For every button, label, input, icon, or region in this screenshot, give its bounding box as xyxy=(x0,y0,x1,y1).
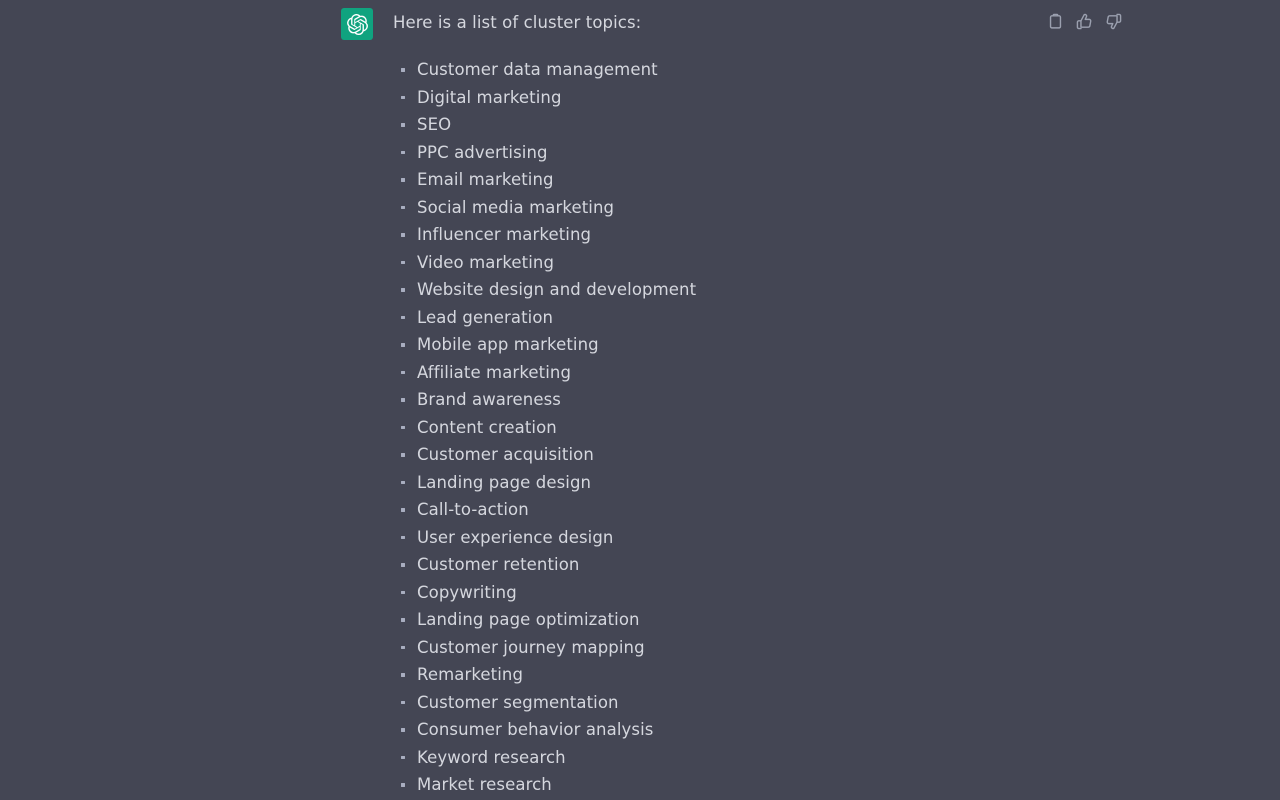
bullet-icon xyxy=(401,398,405,402)
list-item-label: Content creation xyxy=(417,417,557,437)
list-item-label: Call-to-action xyxy=(417,500,529,519)
bullet-icon xyxy=(401,673,405,677)
bullet-icon xyxy=(401,288,405,292)
list-item-label: Mobile app marketing xyxy=(417,335,599,354)
list-item: User experience design xyxy=(393,524,1053,552)
list-item-label: Market research xyxy=(417,775,552,794)
bullet-icon xyxy=(401,150,405,154)
bullet-icon xyxy=(401,123,405,127)
list-item-label: Consumer behavior analysis xyxy=(417,720,654,739)
bullet-icon xyxy=(401,783,405,787)
assistant-message-row: Here is a list of cluster topics: Custom… xyxy=(0,0,1280,800)
bullet-icon xyxy=(401,425,405,429)
thumbs-up-button[interactable] xyxy=(1075,12,1094,31)
bullet-icon xyxy=(401,755,405,759)
bullet-icon xyxy=(401,508,405,512)
openai-logo-icon xyxy=(346,13,368,35)
copy-button[interactable] xyxy=(1046,12,1065,31)
bullet-icon xyxy=(401,370,405,374)
clipboard-icon xyxy=(1047,13,1064,30)
list-item-label: Landing page optimization xyxy=(417,610,640,629)
list-item-label: Video marketing xyxy=(417,252,555,272)
bullet-icon xyxy=(401,618,405,622)
list-item: Video marketing xyxy=(393,249,1053,277)
cluster-topics-list: Customer data management Digital marketin… xyxy=(393,56,1053,799)
bullet-icon xyxy=(401,205,405,209)
list-item-label: Affiliate marketing xyxy=(417,362,572,382)
bullet-icon xyxy=(401,343,405,347)
list-item-label: SEO xyxy=(417,115,452,134)
list-item-label: Landing page design xyxy=(417,472,592,492)
list-item: Customer retention xyxy=(393,551,1053,579)
list-item-label: Customer acquisition xyxy=(417,445,594,464)
list-item: Content creation xyxy=(393,414,1053,442)
bullet-icon xyxy=(401,590,405,594)
thumbs-down-icon xyxy=(1105,13,1122,30)
thumbs-down-button[interactable] xyxy=(1104,12,1123,31)
list-item-label: Remarketing xyxy=(417,665,524,684)
bullet-icon xyxy=(401,453,405,457)
list-item: Call-to-action xyxy=(393,496,1053,524)
list-item: Affiliate marketing xyxy=(393,359,1053,387)
list-item: Landing page optimization xyxy=(393,606,1053,634)
list-item-label: Social media marketing xyxy=(417,197,615,217)
list-item: Customer journey mapping xyxy=(393,634,1053,662)
list-item: Market research xyxy=(393,771,1053,799)
bullet-icon xyxy=(401,233,405,237)
message-actions xyxy=(1046,12,1123,31)
list-item: Website design and development xyxy=(393,276,1053,304)
list-item-label: Keyword research xyxy=(417,747,566,767)
list-item: Lead generation xyxy=(393,304,1053,332)
list-item: Customer acquisition xyxy=(393,441,1053,469)
message-intro-text: Here is a list of cluster topics: xyxy=(393,13,642,32)
bullet-icon xyxy=(401,480,405,484)
list-item-label: Customer data management xyxy=(417,60,658,79)
bullet-icon xyxy=(401,68,405,72)
list-item: Keyword research xyxy=(393,744,1053,772)
bullet-icon xyxy=(401,728,405,732)
list-item: Mobile app marketing xyxy=(393,331,1053,359)
thumbs-up-icon xyxy=(1076,13,1093,30)
assistant-avatar xyxy=(341,8,373,40)
list-item: Remarketing xyxy=(393,661,1053,689)
list-item: Email marketing xyxy=(393,166,1053,194)
list-item: Landing page design xyxy=(393,469,1053,497)
list-item-label: Email marketing xyxy=(417,170,554,189)
list-item-label: Customer segmentation xyxy=(417,692,619,712)
list-item-label: Brand awareness xyxy=(417,390,561,409)
list-item: Customer data management xyxy=(393,56,1053,84)
bullet-icon xyxy=(401,178,405,182)
list-item-label: Lead generation xyxy=(417,307,554,327)
list-item-label: PPC advertising xyxy=(417,142,548,162)
list-item: Brand awareness xyxy=(393,386,1053,414)
list-item: Digital marketing xyxy=(393,84,1053,112)
bullet-icon xyxy=(401,95,405,99)
list-item-label: Digital marketing xyxy=(417,87,562,107)
bullet-icon xyxy=(401,563,405,567)
list-item-label: Customer journey mapping xyxy=(417,637,645,657)
bullet-icon xyxy=(401,700,405,704)
list-item: Customer segmentation xyxy=(393,689,1053,717)
list-item: SEO xyxy=(393,111,1053,139)
bullet-icon xyxy=(401,315,405,319)
list-item: Social media marketing xyxy=(393,194,1053,222)
list-item-label: User experience design xyxy=(417,527,614,547)
list-item-label: Customer retention xyxy=(417,555,580,574)
list-item-label: Website design and development xyxy=(417,280,697,299)
list-item: Influencer marketing xyxy=(393,221,1053,249)
list-item-label: Copywriting xyxy=(417,582,517,602)
list-item: PPC advertising xyxy=(393,139,1053,167)
list-item: Consumer behavior analysis xyxy=(393,716,1053,744)
bullet-icon xyxy=(401,645,405,649)
list-item: Copywriting xyxy=(393,579,1053,607)
bullet-icon xyxy=(401,260,405,264)
list-item-label: Influencer marketing xyxy=(417,225,592,244)
bullet-icon xyxy=(401,535,405,539)
